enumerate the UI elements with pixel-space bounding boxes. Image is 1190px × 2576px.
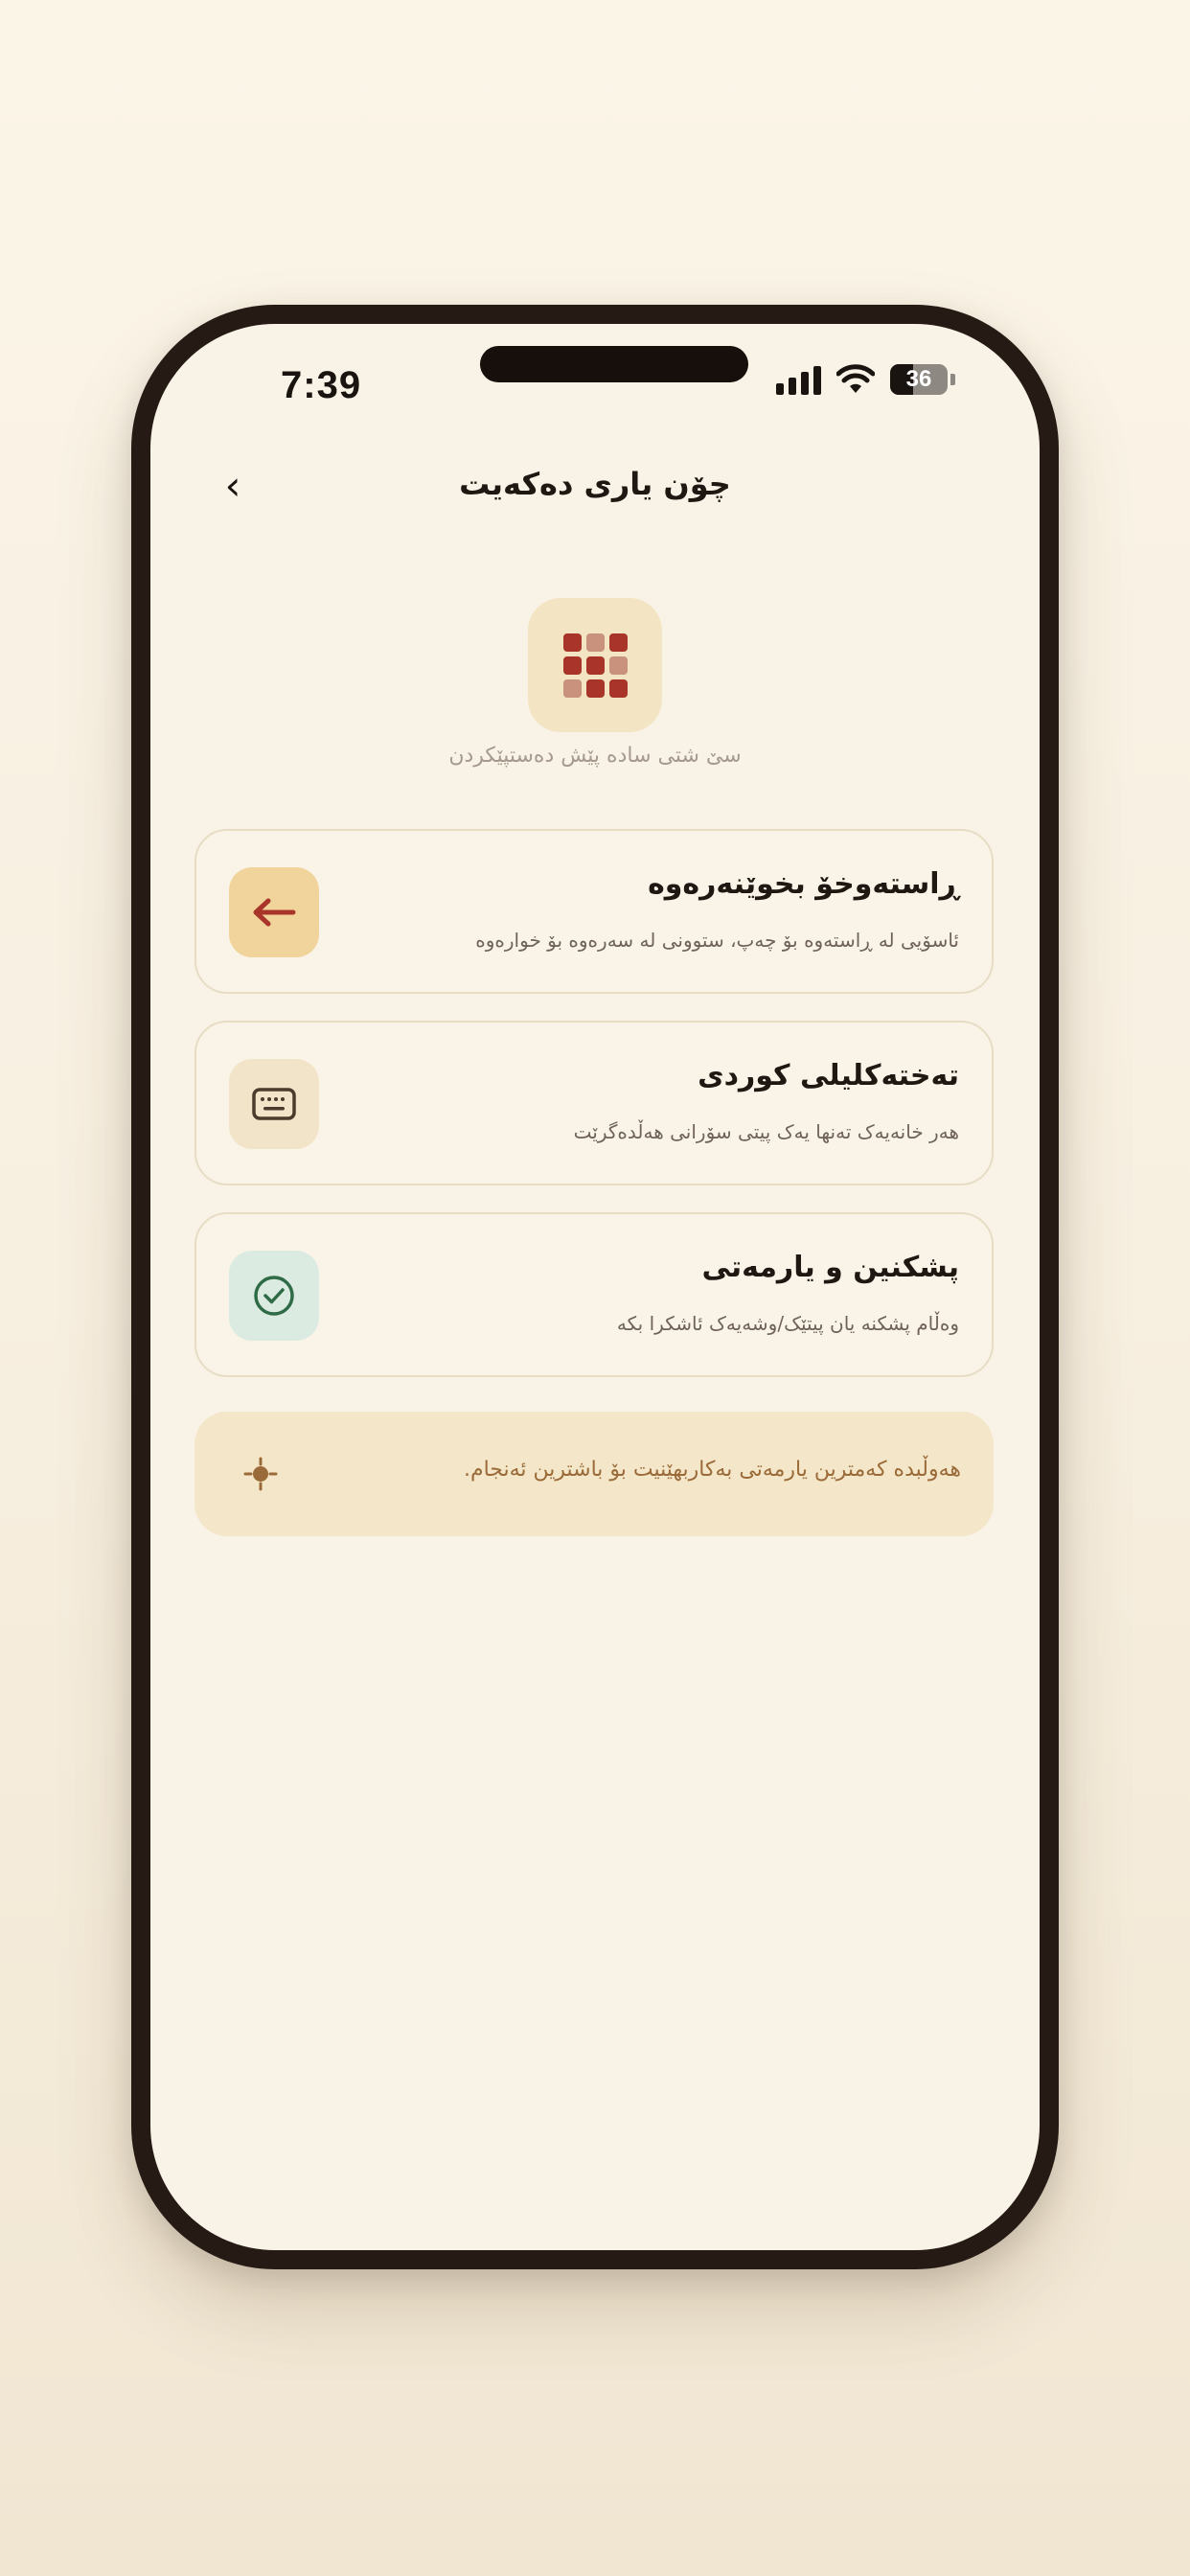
wifi-icon bbox=[836, 364, 875, 393]
rule-card-check-and-hint: پشکنین و یارمەتی وەڵام پشکنە یان پیتێک/و… bbox=[195, 1212, 994, 1377]
card-description: ئاسۆیی لە ڕاستەوە بۆ چەپ، ستوونی لە سەرە… bbox=[475, 929, 959, 952]
sun-icon bbox=[243, 1457, 278, 1491]
card-description: هەر خانەیەک تەنها یەک پیتی سۆرانی هەڵدەگ… bbox=[573, 1120, 959, 1143]
keyboard-icon bbox=[229, 1059, 319, 1149]
app-screen: 7:39 36 ‹ چۆن یاری دەکەیت سێ شتی سادە پێ… bbox=[150, 324, 1040, 2250]
battery-icon: 36 bbox=[890, 364, 948, 395]
rule-card-reading-direction: ڕاستەوخۆ بخوێنەرەوە ئاسۆیی لە ڕاستەوە بۆ… bbox=[195, 829, 994, 994]
dynamic-island bbox=[480, 346, 748, 382]
cellular-signal-icon bbox=[776, 364, 821, 395]
card-title: تەختەکلیلی کوردی bbox=[698, 1059, 959, 1092]
phone-frame: 7:39 36 ‹ چۆن یاری دەکەیت سێ شتی سادە پێ… bbox=[131, 305, 1059, 2269]
battery-cap bbox=[950, 374, 955, 385]
tip-banner: هەوڵبدە کەمترین یارمەتی بەکاربهێنیت بۆ ب… bbox=[195, 1412, 994, 1536]
check-circle-icon bbox=[229, 1251, 319, 1341]
tip-text: هەوڵبدە کەمترین یارمەتی بەکاربهێنیت بۆ ب… bbox=[463, 1458, 961, 1482]
battery-level: 36 bbox=[905, 366, 932, 392]
card-description: وەڵام پشکنە یان پیتێک/وشەیەک ئاشکرا بکە bbox=[616, 1312, 959, 1335]
arrow-left-icon bbox=[229, 867, 319, 957]
card-title: ڕاستەوخۆ بخوێنەرەوە bbox=[648, 867, 959, 901]
card-title: پشکنین و یارمەتی bbox=[701, 1251, 959, 1284]
page-title: چۆن یاری دەکەیت bbox=[459, 466, 731, 502]
rule-card-kurdish-keyboard: تەختەکلیلی کوردی هەر خانەیەک تەنها یەک پ… bbox=[195, 1021, 994, 1185]
grid-logo-icon bbox=[528, 598, 662, 732]
status-icons: 36 bbox=[776, 364, 955, 395]
status-time: 7:39 bbox=[281, 364, 362, 406]
hero-subtitle: سێ شتی سادە پێش دەستپێکردن bbox=[448, 744, 742, 768]
